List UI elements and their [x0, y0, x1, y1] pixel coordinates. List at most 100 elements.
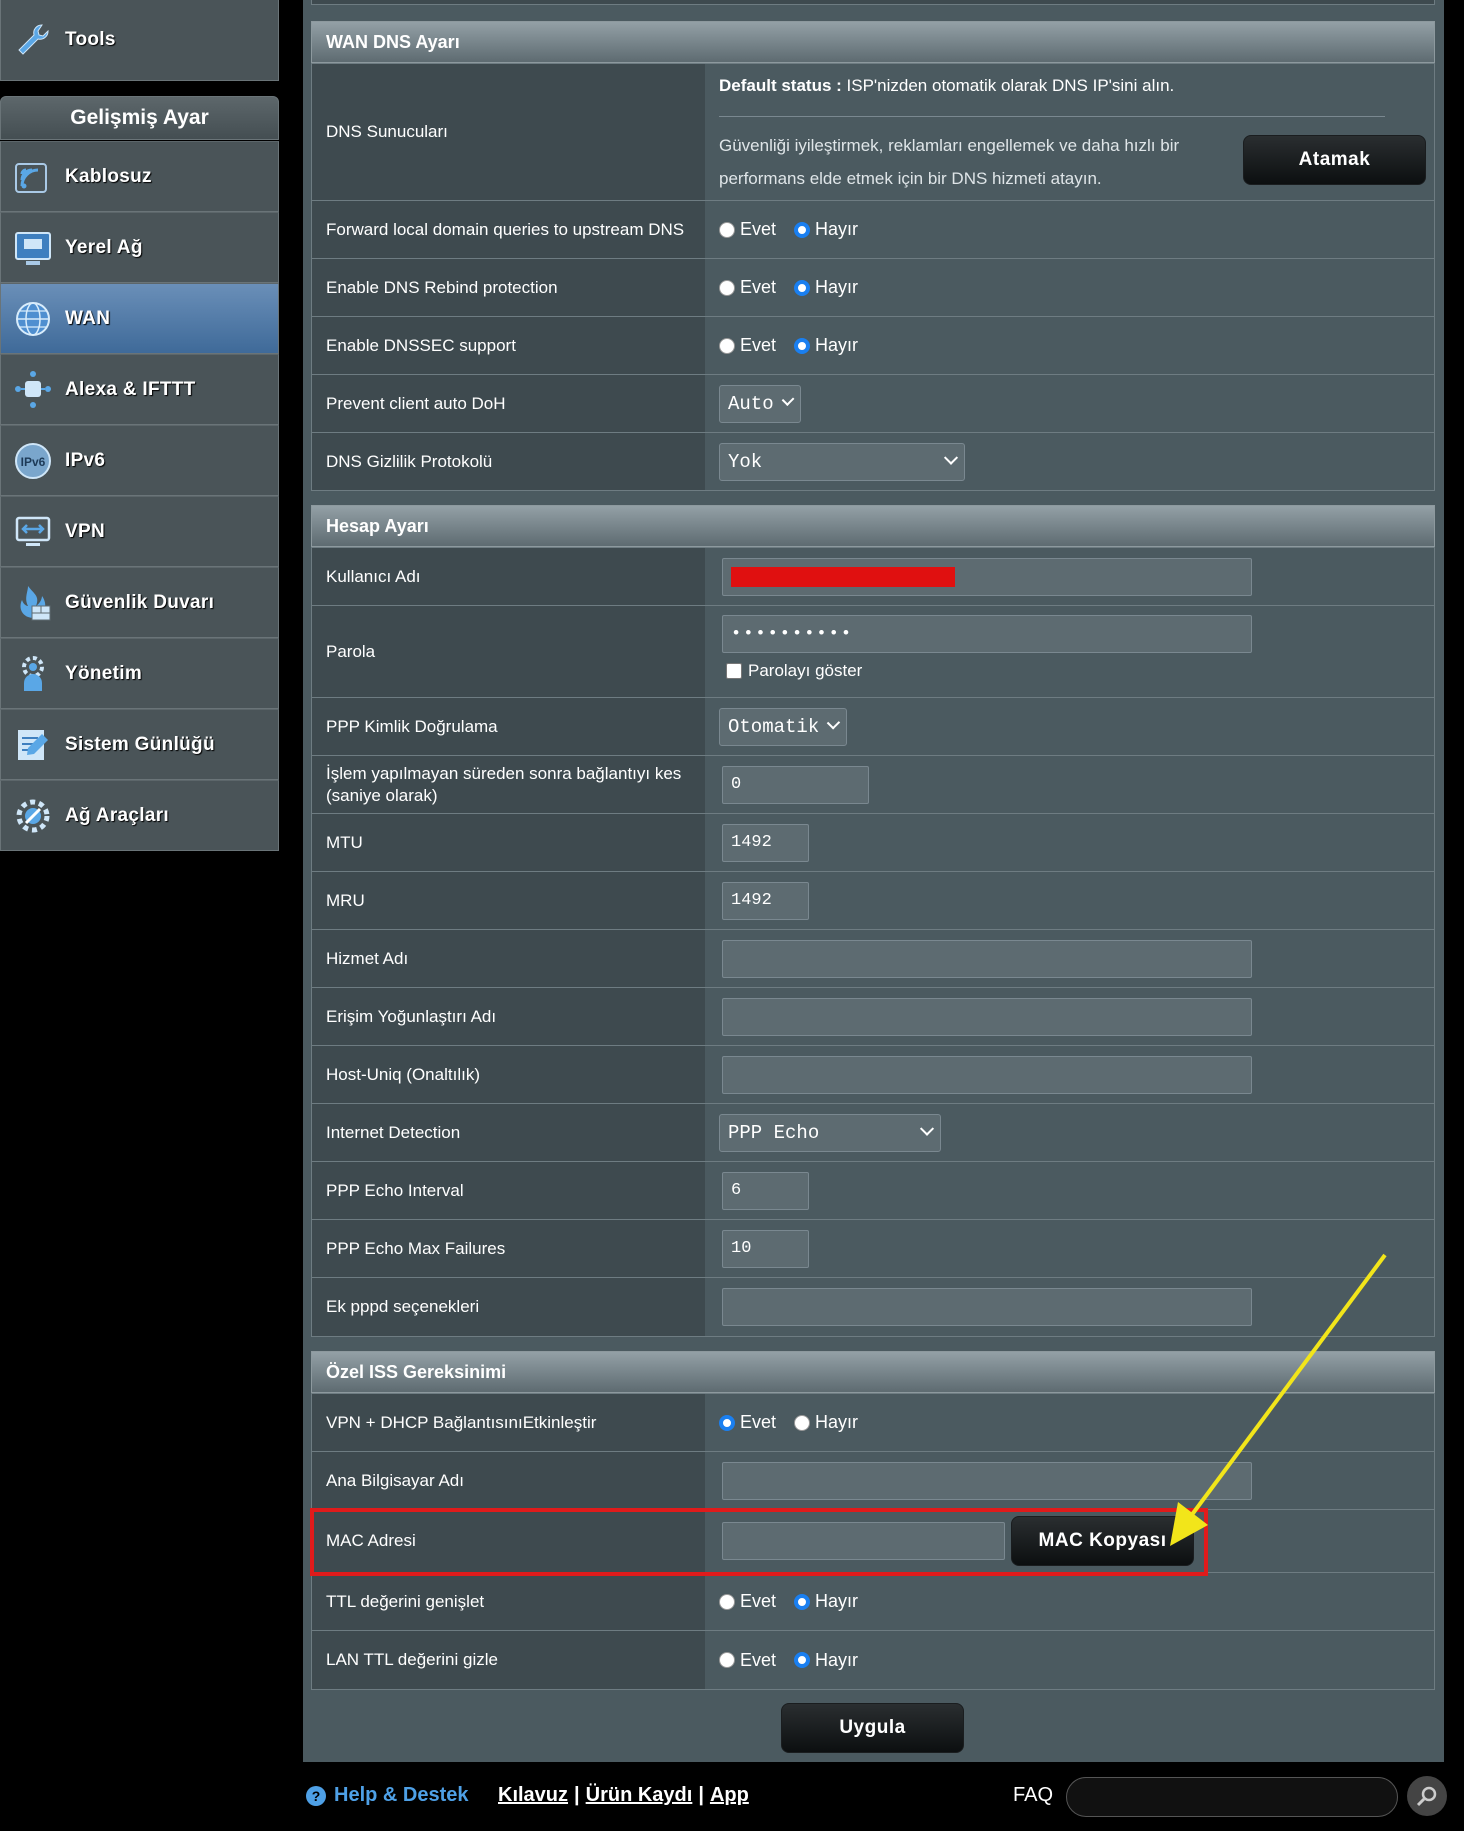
chevron-down-icon [781, 392, 795, 406]
sidebar-item-label: Sistem Günlüğü [65, 733, 215, 755]
lan-icon [9, 224, 57, 272]
doh-label: Prevent client auto DoH [312, 375, 705, 432]
apply-button[interactable]: Uygula [781, 1703, 964, 1753]
radio-no[interactable] [794, 279, 811, 296]
sidebar-item-kablosuz[interactable]: Kablosuz [0, 141, 279, 212]
sidebar-item-wan[interactable]: WAN [0, 283, 279, 354]
username-row: Kullanıcı Adı [312, 548, 1434, 606]
sidebar-item-label: Güvenlik Duvarı [65, 591, 215, 613]
forward-radio-group: Evet Hayır [719, 219, 866, 240]
auth-label: PPP Kimlik Doğrulama [312, 698, 705, 755]
password-input[interactable]: •••••••••• [722, 615, 1252, 653]
auth-select[interactable]: Otomatik [719, 707, 847, 746]
sidebar-item-label: Tools [65, 29, 116, 50]
radio-yes[interactable] [719, 279, 735, 296]
sidebar-item-ipv6[interactable]: IPv6 IPv6 [0, 425, 279, 496]
chevron-down-icon [919, 1121, 935, 1136]
wireless-icon [9, 153, 57, 201]
show-password-label: Parolayı göster [748, 661, 863, 680]
sidebar-item-label: Yönetim [65, 662, 143, 684]
host-uniq-input[interactable] [722, 1055, 1252, 1094]
sidebar-item-firewall[interactable]: Güvenlik Duvarı [0, 567, 279, 638]
pppd-options-label: Ek pppd seçenekleri [312, 1278, 705, 1336]
idle-label: İşlem yapılmayan süreden sonra bağlantıy… [312, 756, 705, 813]
assign-dns-button[interactable]: Atamak [1243, 135, 1426, 185]
host-uniq-label: Host-Uniq (Onaltılık) [312, 1046, 705, 1103]
show-password-checkbox[interactable] [726, 663, 742, 679]
radio-no[interactable] [794, 1414, 811, 1431]
default-status: Default status : ISP'nizden otomatik ola… [719, 76, 1434, 96]
sidebar-item-vpn[interactable]: VPN [0, 496, 279, 567]
sidebar-item-network-tools[interactable]: Ağ Araçları [0, 780, 279, 851]
echo-failures-input[interactable]: 10 [722, 1229, 809, 1268]
faq-search-input[interactable] [1066, 1777, 1398, 1817]
radio-yes[interactable] [719, 221, 735, 238]
manual-link[interactable]: Kılavuz [498, 1784, 568, 1807]
radio-yes[interactable] [719, 1414, 735, 1431]
sidebar-item-label: Kablosuz [65, 165, 152, 187]
ttl-extend-label: TTL değerini genişlet [312, 1573, 705, 1630]
globe-icon [9, 295, 57, 343]
internet-detection-label: Internet Detection [312, 1104, 705, 1161]
lan-ttl-row: LAN TTL değerini gizle Evet Hayır [312, 1631, 1434, 1689]
dns-privacy-row: DNS Gizlilik Protokolü Yok [312, 433, 1434, 490]
radio-yes[interactable] [719, 1593, 735, 1610]
mru-row: MRU 1492 [312, 872, 1434, 930]
sidebar-item-yonetim[interactable]: Yönetim [0, 638, 279, 709]
radio-yes[interactable] [719, 337, 735, 354]
product-registration-link[interactable]: Ürün Kaydı [586, 1784, 693, 1807]
sidebar-item-label: IPv6 [65, 449, 106, 471]
mtu-row: MTU 1492 [312, 814, 1434, 872]
sidebar-item-yerel-ag[interactable]: Yerel Ağ [0, 212, 279, 283]
radio-yes[interactable] [719, 1652, 735, 1668]
network-tools-icon [9, 792, 57, 840]
sidebar-item-tools[interactable]: Tools [0, 0, 279, 81]
firewall-icon [9, 579, 57, 627]
doh-select[interactable]: Auto [719, 384, 801, 423]
radio-no[interactable] [794, 221, 811, 238]
mtu-input[interactable]: 1492 [722, 823, 809, 862]
username-input[interactable] [722, 557, 1252, 596]
dns-server-row: DNS Sunucuları Default status : ISP'nizd… [312, 64, 1434, 201]
footer-links: Kılavuz | Ürün Kaydı | App [498, 1784, 749, 1807]
dns-privacy-select[interactable]: Yok [719, 442, 965, 481]
app-link[interactable]: App [710, 1784, 749, 1807]
concentrator-row: Erişim Yoğunlaştırı Adı [312, 988, 1434, 1046]
internet-detection-select[interactable]: PPP Echo [719, 1113, 941, 1152]
chevron-down-icon [826, 715, 841, 729]
vpn-dhcp-label: VPN + DHCP BağlantısınıEtkinleştir [312, 1394, 705, 1451]
sidebar-item-label: Ağ Araçları [65, 804, 169, 826]
dnssec-row: Enable DNSSEC support Evet Hayır [312, 317, 1434, 375]
sidebar-item-alexa-ifttt[interactable]: Alexa & IFTTT [0, 354, 279, 425]
mru-input[interactable]: 1492 [722, 881, 809, 920]
forward-label: Forward local domain queries to upstream… [312, 201, 705, 258]
default-status-text: ISP'nizden otomatik olarak DNS IP'sini a… [841, 76, 1175, 95]
mru-label: MRU [312, 872, 705, 929]
radio-no[interactable] [794, 337, 811, 354]
vpn-icon [9, 508, 57, 556]
search-button[interactable] [1407, 1776, 1447, 1816]
annotation-arrow [1170, 1253, 1387, 1546]
search-icon [1416, 1786, 1437, 1807]
service-name-input[interactable] [722, 939, 1252, 978]
forward-row: Forward local domain queries to upstream… [312, 201, 1434, 259]
concentrator-input[interactable] [722, 997, 1252, 1036]
radio-no[interactable] [794, 1652, 811, 1668]
lan-ttl-label: LAN TTL değerini gizle [312, 1631, 705, 1689]
previous-section-edge [311, 0, 1435, 5]
advanced-settings-header: Gelişmiş Ayar [0, 96, 279, 140]
help-support-link[interactable]: ? Help & Destek [306, 1784, 469, 1807]
echo-interval-input[interactable]: 6 [722, 1171, 809, 1210]
sidebar-item-label: Alexa & IFTTT [65, 378, 196, 400]
radio-no[interactable] [794, 1593, 811, 1610]
redacted-username [731, 566, 955, 587]
idle-row: İşlem yapılmayan süreden sonra bağlantıy… [312, 756, 1434, 814]
admin-icon [9, 650, 57, 698]
idle-input[interactable]: 0 [722, 765, 869, 804]
dns-privacy-label: DNS Gizlilik Protokolü [312, 433, 705, 490]
service-name-row: Hizmet Adı [312, 930, 1434, 988]
sidebar-item-system-log[interactable]: Sistem Günlüğü [0, 709, 279, 780]
ttl-extend-row: TTL değerini genişlet Evet Hayır [312, 1573, 1434, 1631]
ipv6-icon: IPv6 [9, 437, 57, 485]
default-status-label: Default status : [719, 76, 842, 95]
